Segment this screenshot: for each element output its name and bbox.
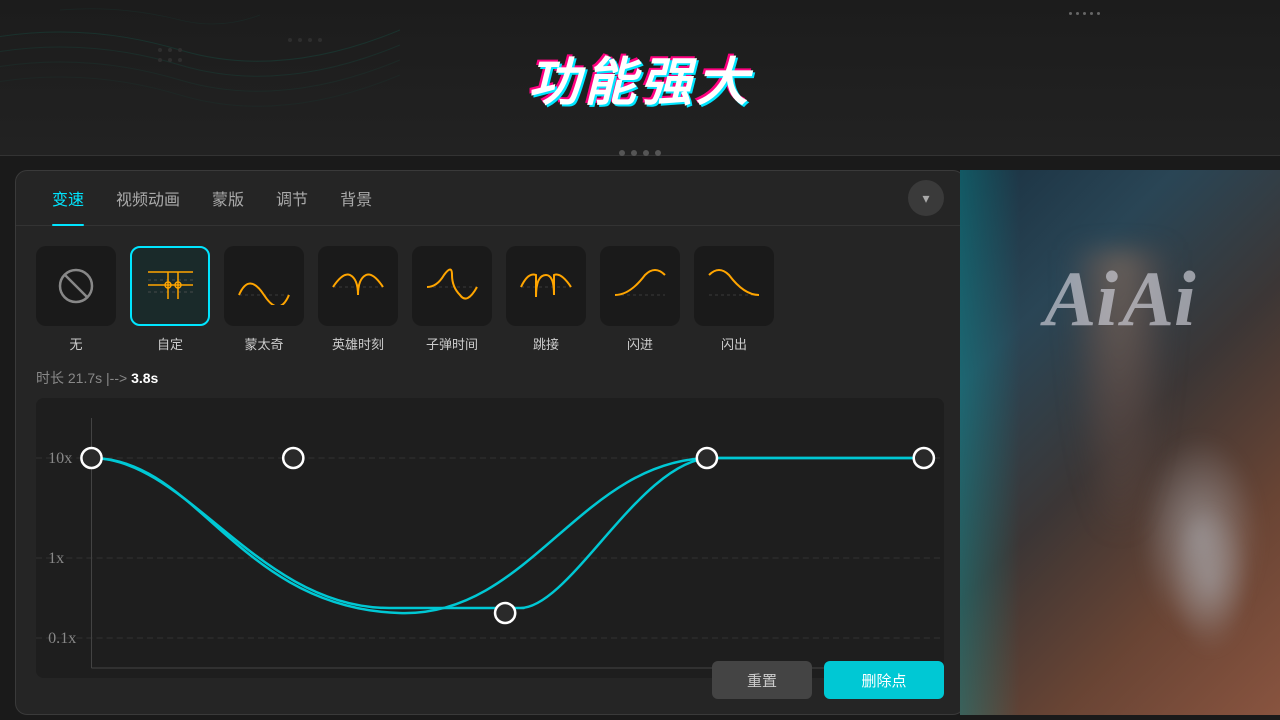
effect-flash-in-box [600,246,680,326]
effect-hero[interactable]: 英雄时刻 [318,246,398,353]
curve-chart[interactable]: 10x 1x 0.1x [36,398,944,678]
flash-in-icon [610,267,670,305]
hero-icon [328,267,388,305]
video-preview: Ai Ai [960,170,1280,715]
control-point-1 [283,448,303,468]
top-right-dots [1069,12,1100,15]
svg-text:1x: 1x [48,550,64,567]
effect-bullet-label: 子弹时间 [426,334,478,353]
effect-montage-box [224,246,304,326]
video-background: Ai Ai [960,170,1280,715]
ai-text-2: Ai [1122,260,1196,338]
ai-text-container: Ai Ai [1044,260,1195,338]
effect-jump-label: 跳接 [533,334,559,353]
tab-adjust[interactable]: 调节 [260,171,324,226]
effect-flash-in[interactable]: 闪进 [600,246,680,353]
control-point-3 [697,448,717,468]
tab-mask[interactable]: 蒙版 [196,171,260,226]
effect-hero-label: 英雄时刻 [332,334,384,353]
tab-bar: 变速 视频动画 蒙版 调节 背景 ▾ [16,171,964,226]
target-duration: 3.8s [131,370,158,386]
effect-custom-label: 自定 [157,334,183,353]
ai-text-1: Ai [1044,260,1118,338]
chevron-down-icon: ▾ [922,190,929,207]
no-effect-icon [56,266,96,306]
section-divider [0,155,1280,156]
effect-none-box [36,246,116,326]
control-point-4 [914,448,934,468]
svg-text:0.1x: 0.1x [48,630,76,647]
effect-flash-out-box [694,246,774,326]
effect-bullet[interactable]: 子弹时间 [412,246,492,353]
flash-out-icon [704,267,764,305]
effect-none[interactable]: 无 [36,246,116,353]
effect-bullet-box [412,246,492,326]
top-hero-area: 功能强大 [0,0,1280,155]
control-point-0 [81,448,101,468]
custom-effect-icon [143,267,198,305]
jump-icon [516,267,576,305]
bottom-buttons: 重置 删除点 [712,661,944,699]
effect-custom[interactable]: 自定 [130,246,210,353]
effect-flash-in-label: 闪进 [627,334,653,353]
effect-flash-out-label: 闪出 [721,334,747,353]
bullet-icon [422,267,482,305]
effect-montage-label: 蒙太奇 [244,334,283,353]
reset-button[interactable]: 重置 [712,661,812,699]
tab-background[interactable]: 背景 [324,171,388,226]
effect-jump-box [506,246,586,326]
montage-icon [234,267,294,305]
duration-label: 时长 21.7s [36,370,102,386]
effect-jump[interactable]: 跳接 [506,246,586,353]
delete-point-button[interactable]: 删除点 [824,661,944,699]
duration-arrow: |--> [106,370,127,386]
effect-none-label: 无 [69,334,82,353]
control-point-2 [495,603,515,623]
collapse-button[interactable]: ▾ [908,180,944,216]
effect-flash-out[interactable]: 闪出 [694,246,774,353]
page-title: 功能强大 [528,40,752,115]
effect-hero-box [318,246,398,326]
curve-svg: 10x 1x 0.1x [36,398,944,678]
deco-lines-svg [0,0,400,120]
main-panel: 变速 视频动画 蒙版 调节 背景 ▾ 无 [15,170,965,715]
effect-custom-box [130,246,210,326]
svg-text:10x: 10x [48,450,72,467]
tab-video-animation[interactable]: 视频动画 [100,171,196,226]
effect-montage[interactable]: 蒙太奇 [224,246,304,353]
duration-bar: 时长 21.7s |--> 3.8s [36,368,944,388]
effects-row: 无 自定 [16,226,964,363]
tab-speed[interactable]: 变速 [36,171,100,226]
